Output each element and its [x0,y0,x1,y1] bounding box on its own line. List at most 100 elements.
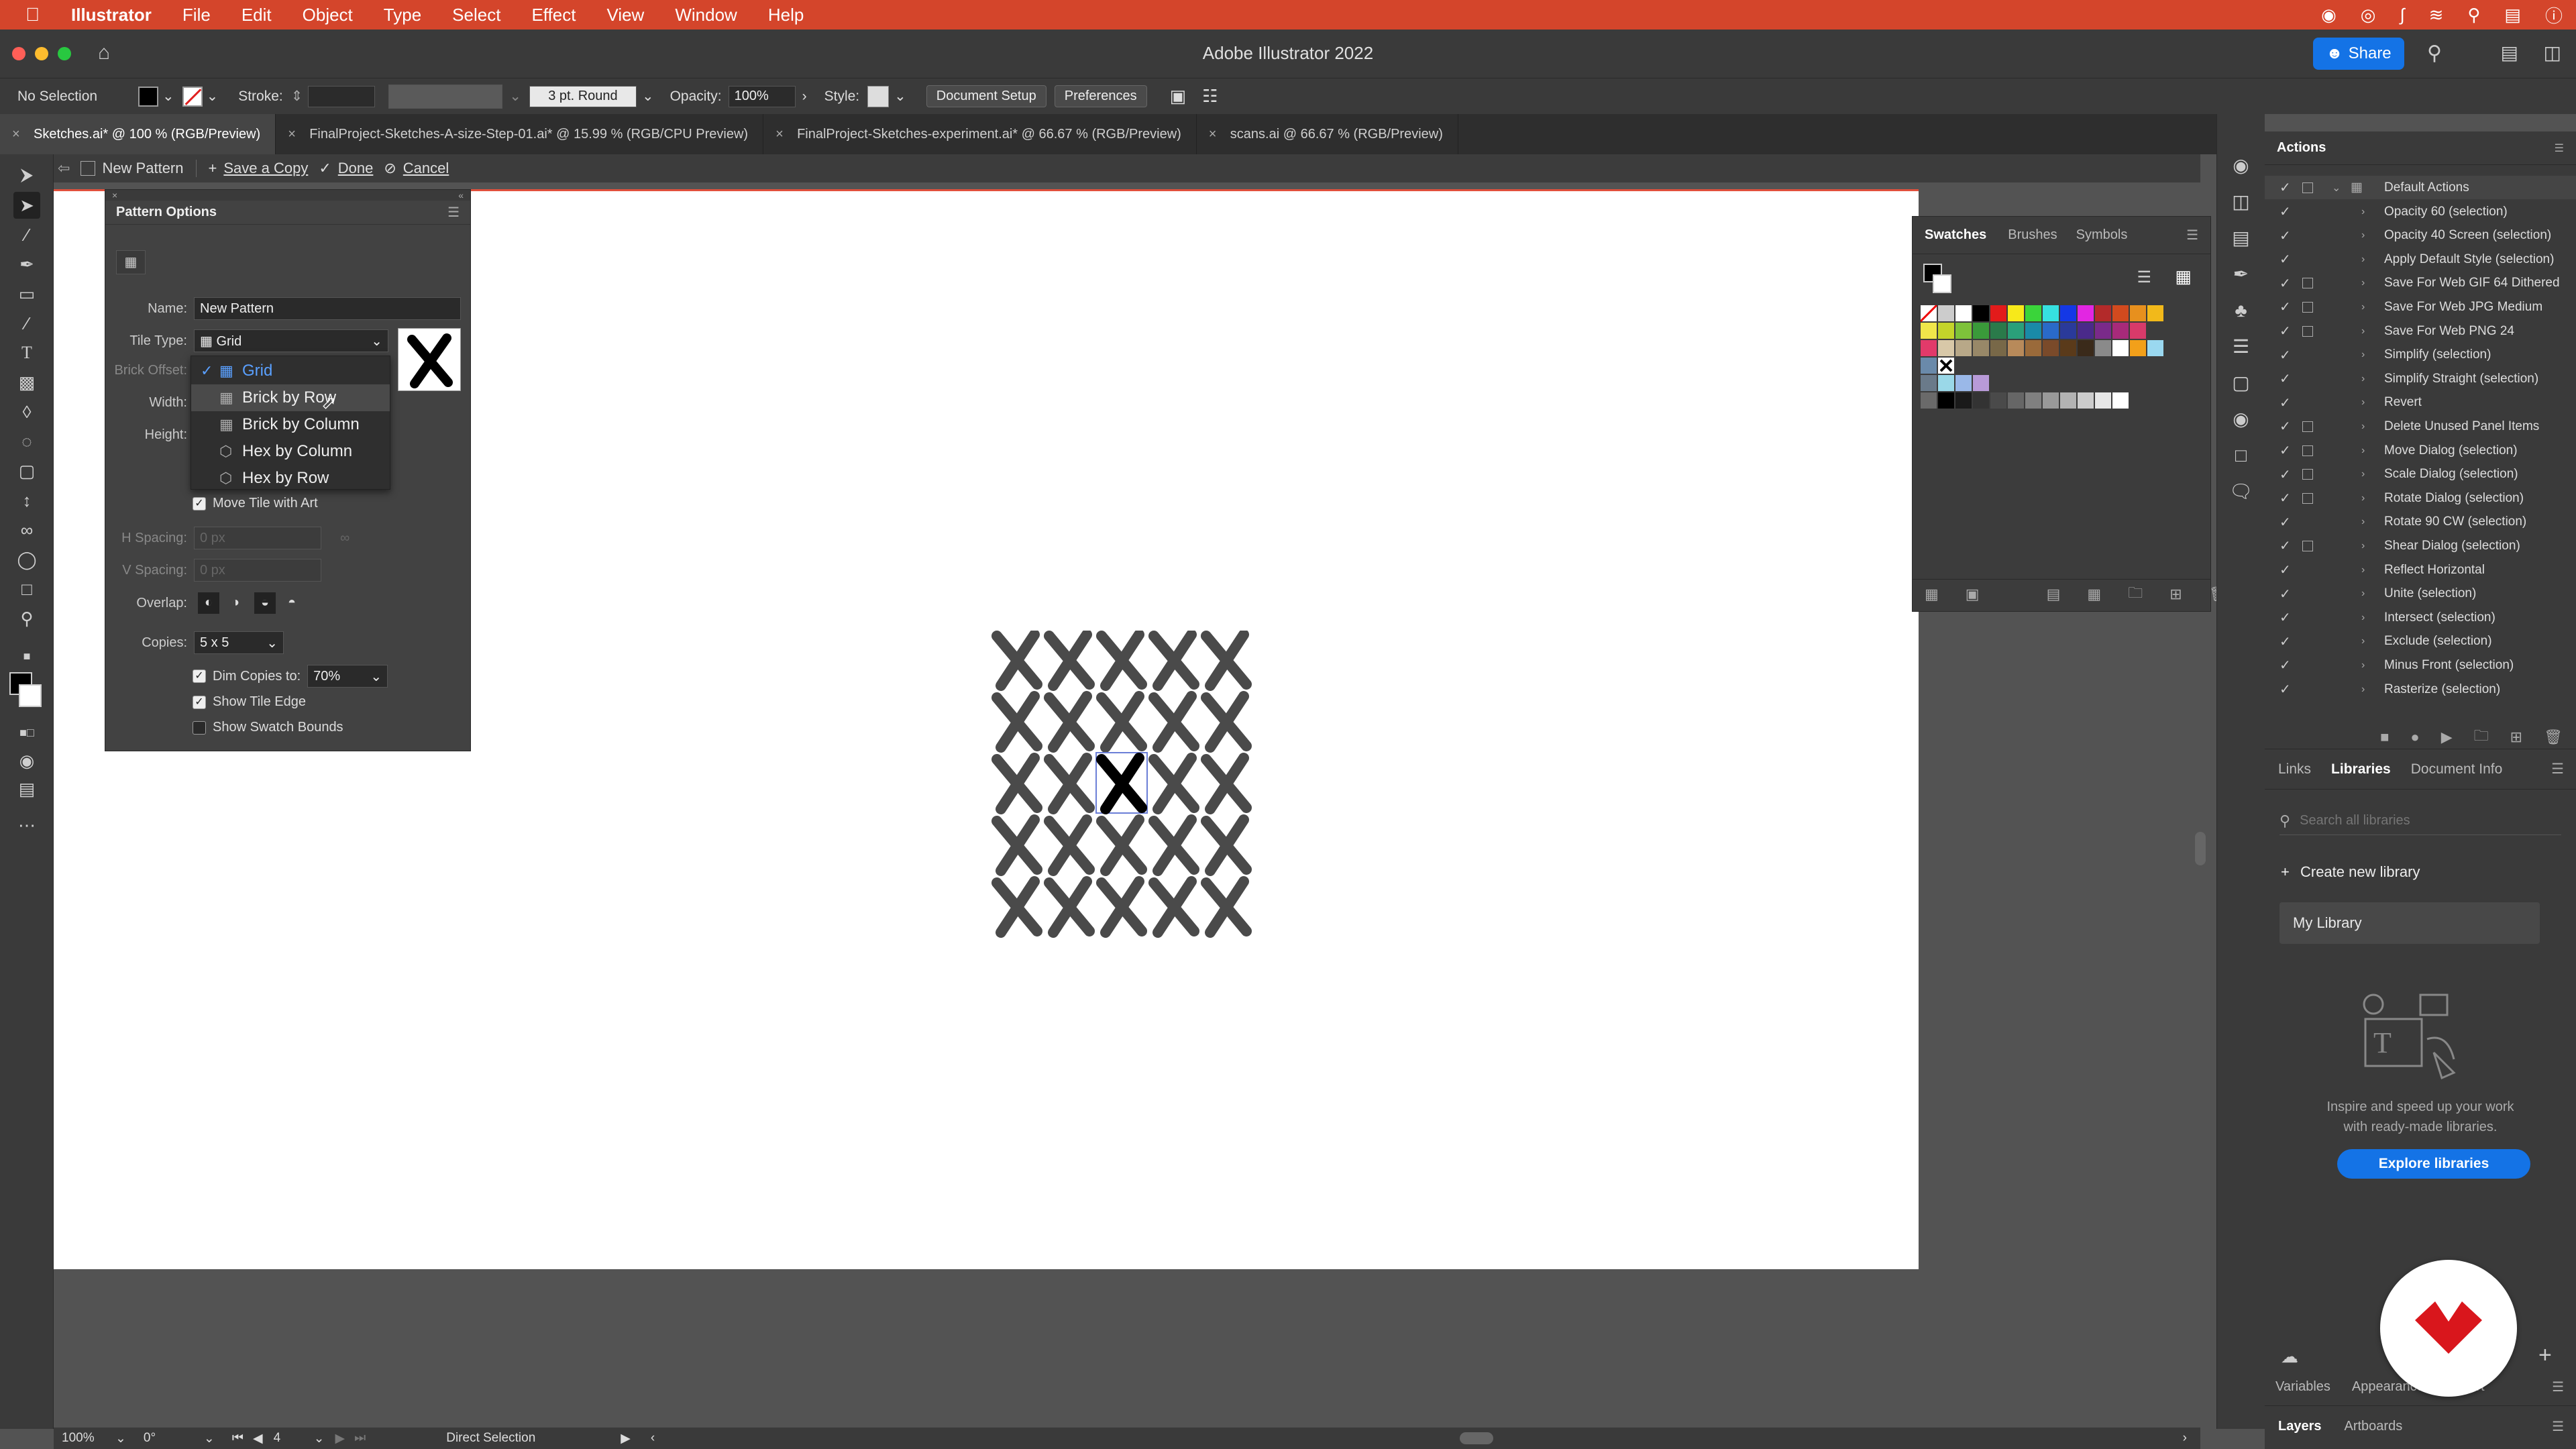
check-icon[interactable]: ✓ [2279,394,2291,411]
save-copy-button[interactable]: Save a Copy [223,160,308,177]
panel-menu-icon[interactable]: ☰ [2552,1418,2576,1435]
style-dropdown-icon[interactable]: ⌄ [894,88,906,105]
opacity-input[interactable]: 100% [728,85,796,107]
pattern-name-input[interactable]: New Pattern [194,297,461,320]
new-action-icon[interactable]: ⊞ [2510,729,2522,746]
color-mode-icon[interactable]: ■□ [13,719,40,746]
brush-tool-icon[interactable]: ∕ [13,310,40,337]
brushes-icon[interactable]: ✒ [2217,256,2265,292]
my-library-item[interactable]: My Library [2279,902,2540,944]
create-library-button[interactable]: + Create new library [2281,863,2420,881]
scroll-right-icon[interactable]: › [2183,1431,2187,1446]
check-icon[interactable]: ✓ [2279,179,2291,196]
info-icon[interactable]: ⓘ [2545,3,2563,28]
transform-icon[interactable]: □ [2217,437,2265,474]
check-icon[interactable]: ✓ [2279,299,2291,315]
chevron-right-icon[interactable]: › [2361,325,2365,337]
tab-finalproject-experiment[interactable]: × FinalProject-Sketches-experiment.ai* @ … [763,114,1197,154]
dialog-toggle-icon[interactable] [2302,540,2313,551]
chevron-right-icon[interactable]: › [2361,468,2365,480]
new-color-group-icon[interactable]: ▦ [2087,586,2101,603]
more-tools-icon[interactable]: ⋯ [13,812,40,839]
tab-finalproject-step01[interactable]: × FinalProject-Sketches-A-size-Step-01.ai… [276,114,764,154]
comments-icon[interactable]: 🗨 [2217,474,2265,510]
action-item[interactable]: ✓ › Opacity 40 Screen (selection) [2265,224,2576,248]
chevron-right-icon[interactable]: › [2361,229,2365,241]
check-icon[interactable]: ✓ [2279,657,2291,674]
rotation-value[interactable]: 0° [144,1431,204,1446]
appearance-icon[interactable]: ◉ [2217,401,2265,437]
check-icon[interactable]: ✓ [2279,227,2291,244]
magic-wand-icon[interactable]: ⁄ [13,221,40,248]
align-panel-icon[interactable]: ☰ [2217,329,2265,365]
action-item[interactable]: ✓ › Rotate Dialog (selection) [2265,486,2576,510]
move-tile-checkbox[interactable]: ✓ [193,496,206,511]
style-swatch[interactable] [867,85,890,107]
first-artboard-icon[interactable]: ⏮ [232,1431,244,1446]
library-search-input[interactable] [2300,813,2542,828]
check-icon[interactable]: ✓ [2279,203,2291,220]
menu-file[interactable]: File [182,5,211,25]
swatch-row-5[interactable] [1921,375,1989,391]
overlap-top-icon[interactable]: ◒ [254,592,276,614]
chevron-right-icon[interactable]: › [2361,492,2365,504]
chevron-right-icon[interactable]: › [2361,349,2365,361]
stop-icon[interactable]: ■ [2380,729,2389,746]
rotation-dropdown-icon[interactable]: ⌄ [204,1431,215,1446]
menu-object[interactable]: Object [303,5,353,25]
last-artboard-icon[interactable]: ⏭ [354,1431,366,1446]
add-icon[interactable]: + [2538,1342,2552,1368]
menu-window[interactable]: Window [675,5,737,25]
check-icon[interactable]: ✓ [2279,251,2291,268]
show-tile-edge-checkbox[interactable]: ✓ [193,695,206,709]
chevron-right-icon[interactable]: › [2361,635,2365,647]
copies-select[interactable]: 5 x 5 ⌄ [194,631,284,654]
dialog-toggle-icon[interactable] [2302,469,2313,480]
check-icon[interactable]: ✓ [2279,370,2291,387]
panel-menu-icon[interactable]: ☰ [2555,142,2564,155]
align-icon[interactable]: ☷ [1202,86,1218,107]
chevron-right-icon[interactable]: › [2361,277,2365,289]
tile-type-select[interactable]: ▦ Grid ⌄ [194,329,388,352]
tab-sketches[interactable]: × Sketches.ai* @ 100 % (RGB/Preview) [0,114,276,154]
cancel-button[interactable]: Cancel [403,160,449,177]
menu-app[interactable]: Illustrator [71,5,152,25]
warp-tool-icon[interactable]: ◌ [13,428,40,455]
dim-copies-select[interactable]: 70% ⌄ [307,665,388,688]
dialog-toggle-icon[interactable] [2302,445,2313,456]
direct-selection-tool-icon[interactable]: ➤ [13,192,40,219]
spotlight-search-icon[interactable]: ⚲ [2467,5,2480,25]
eyedropper-tool-icon[interactable]: ↕ [13,487,40,514]
zoom-tool-icon[interactable]: ⚲ [13,605,40,632]
link-icon[interactable]: ∞ [340,531,350,546]
tab-brushes[interactable]: Brushes [1998,227,2066,243]
menu-edit[interactable]: Edit [241,5,272,25]
tile-option-hex-by-column[interactable]: ⬡ Hex by Column [191,438,390,465]
draw-mode-icon[interactable]: ◉ [13,747,40,774]
tab-layers[interactable]: Layers [2265,1419,2335,1434]
overlap-bottom-icon[interactable]: ◓ [281,592,303,614]
explore-libraries-button[interactable]: Explore libraries [2337,1149,2530,1179]
action-item[interactable]: ✓ › Save For Web JPG Medium [2265,295,2576,319]
dialog-toggle-icon[interactable] [2302,421,2313,432]
action-item[interactable]: ✓ › Intersect (selection) [2265,606,2576,629]
stroke-swatch[interactable] [182,86,203,107]
action-item[interactable]: ✓ › Scale Dialog (selection) [2265,463,2576,486]
action-item[interactable]: ✓ › Move Dialog (selection) [2265,439,2576,462]
search-icon[interactable]: ⚲ [2427,42,2442,65]
pattern-preview-grid[interactable] [991,631,1260,945]
swatch-row-3[interactable] [1921,340,2163,356]
check-icon[interactable]: ✓ [2279,633,2291,650]
tab-symbols[interactable]: Symbols [2067,227,2137,243]
folder-icon[interactable]: 🗀 [2128,582,2143,607]
zoom-dropdown-icon[interactable]: ⌄ [115,1431,126,1446]
check-icon[interactable]: ✓ [2279,681,2291,698]
brush-dropdown-icon[interactable]: ⌄ [642,88,654,105]
menu-view[interactable]: View [606,5,644,25]
action-item[interactable]: ✓ › Revert [2265,391,2576,415]
status-arrow-icon[interactable]: ▶ [621,1431,631,1446]
show-swatch-kinds-icon[interactable]: ▣ [1966,586,1980,603]
fill-dropdown-icon[interactable]: ⌄ [162,88,174,105]
action-item[interactable]: ✓ › Apply Default Style (selection) [2265,248,2576,271]
panel-menu-icon[interactable]: ☰ [2186,227,2210,244]
